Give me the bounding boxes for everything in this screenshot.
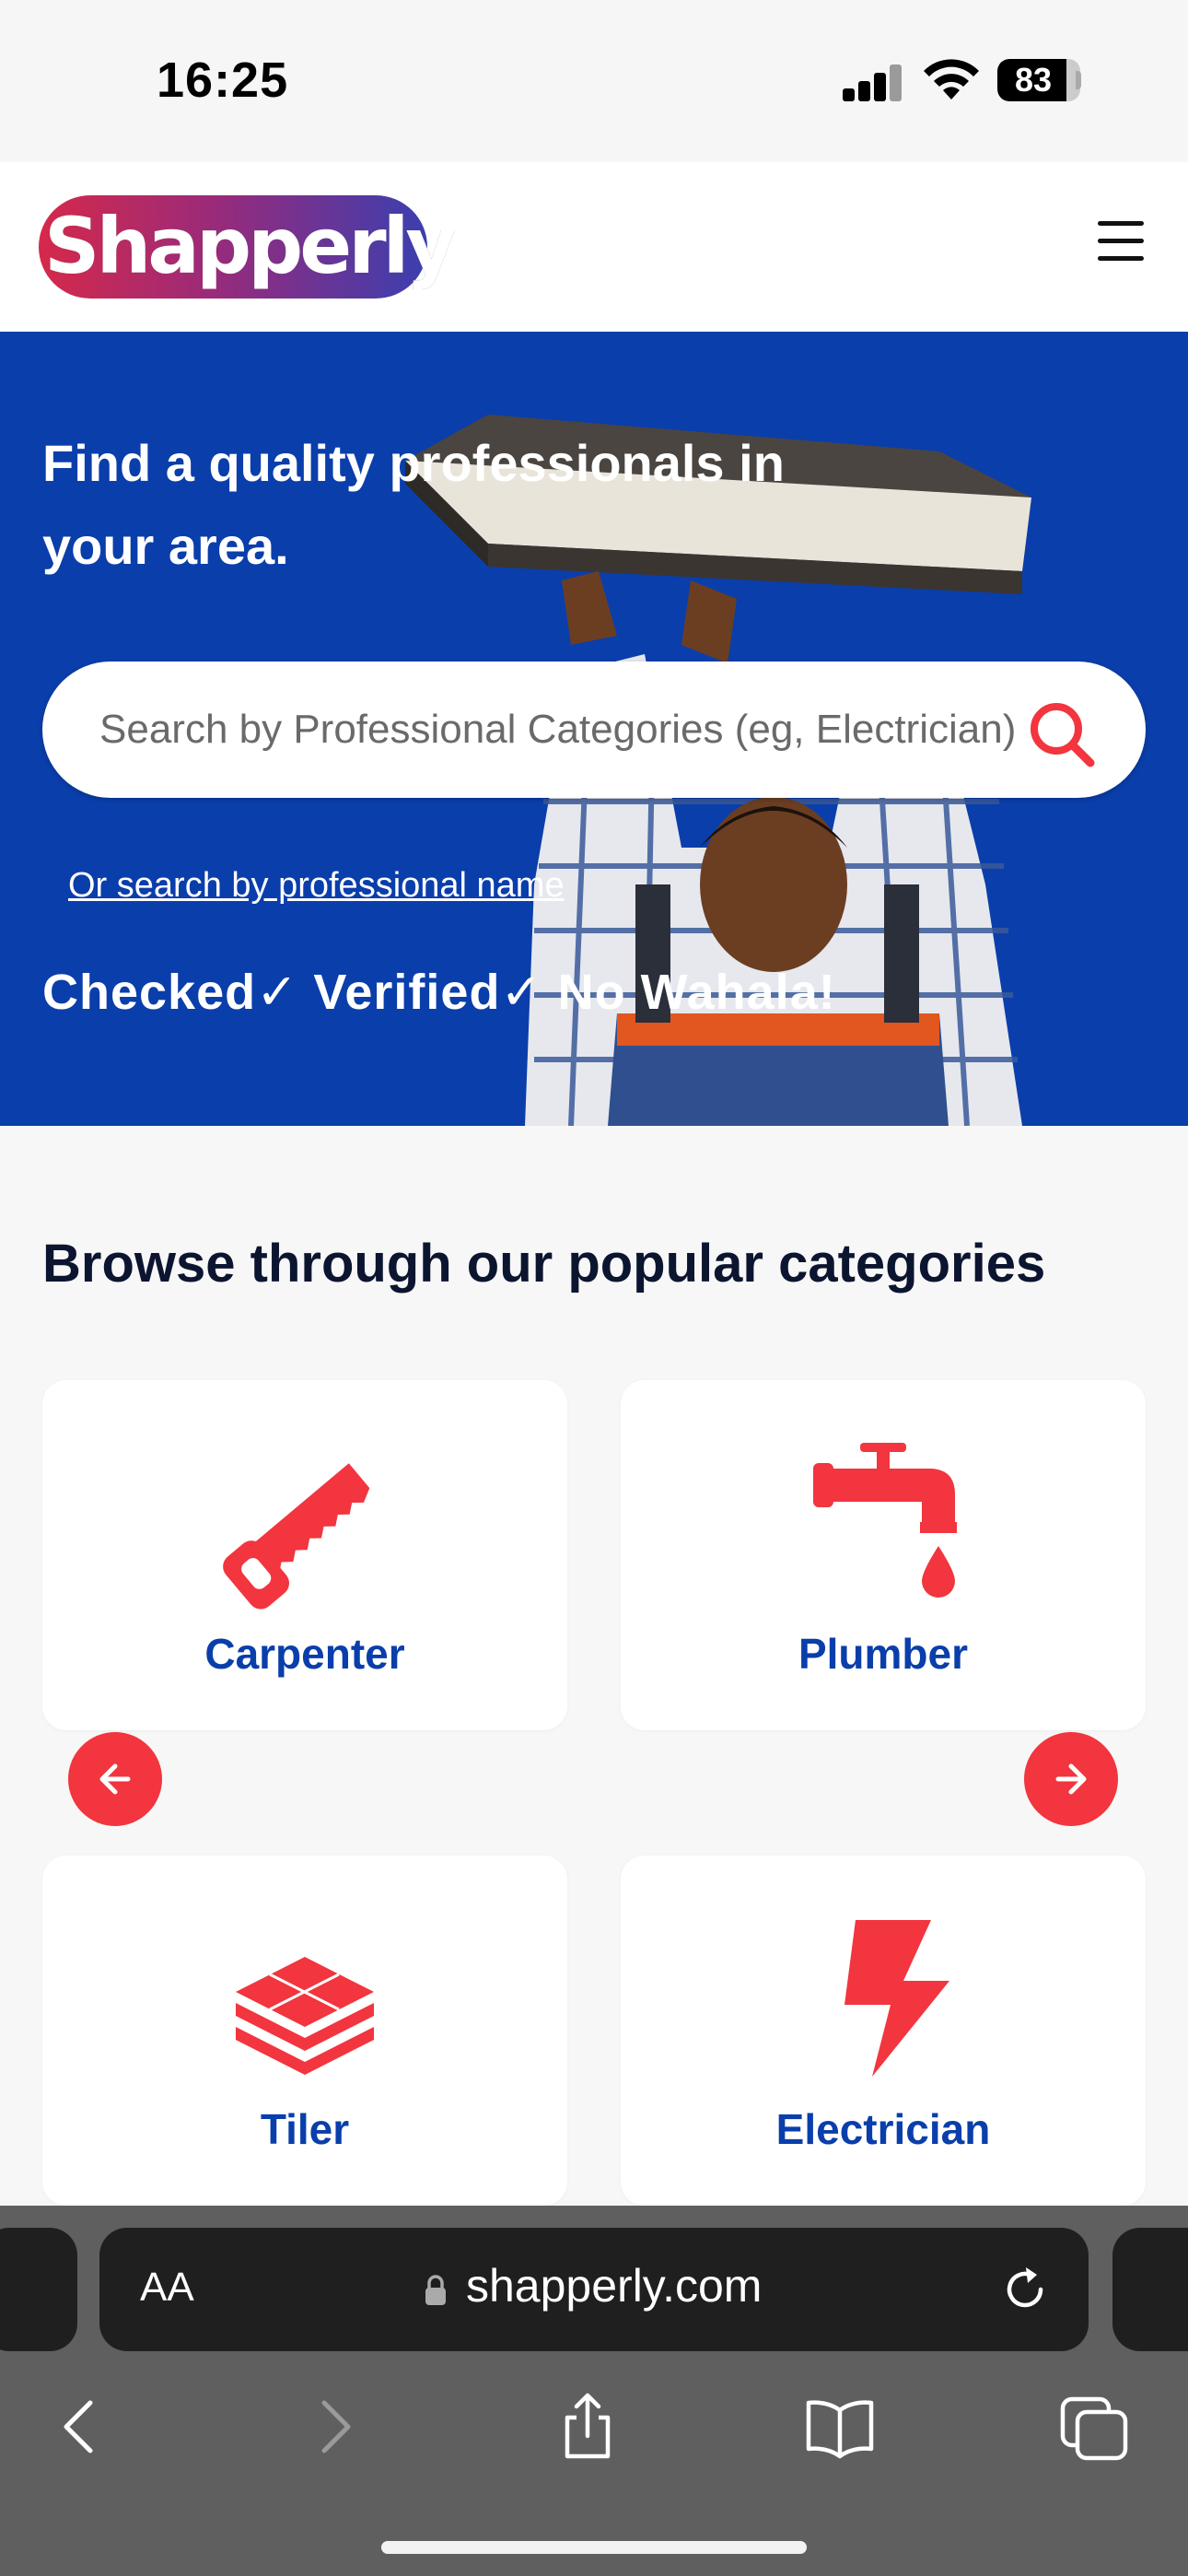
category-label: Electrician — [775, 2105, 991, 2153]
battery-tip — [1076, 71, 1081, 89]
category-label: Plumber — [798, 1630, 969, 1678]
categories-heading: Browse through our popular categories — [42, 1234, 1046, 1294]
hero-tagline: Checked✓ Verified✓ No Wahala! — [42, 965, 836, 1020]
lightning-icon — [844, 1920, 949, 2077]
forward-icon[interactable] — [298, 2390, 372, 2464]
url-text: shapperly.com — [466, 2260, 763, 2312]
arrow-left-icon — [99, 1763, 131, 1795]
faucet-icon — [813, 1443, 957, 1598]
category-card-plumber[interactable]: Plumber — [621, 1380, 1146, 1730]
reload-icon[interactable] — [998, 2263, 1052, 2316]
next-tab-preview[interactable] — [1112, 2228, 1188, 2351]
battery-level: 83 — [1014, 61, 1053, 99]
category-label: Carpenter — [204, 1630, 405, 1678]
arrow-right-icon — [1055, 1763, 1087, 1795]
carousel-next-button[interactable] — [1024, 1732, 1118, 1826]
search-by-name-link[interactable]: Or search by professional name — [68, 866, 565, 906]
address-bar[interactable]: AA shapperly.com — [99, 2228, 1089, 2351]
tiles-icon — [236, 1957, 374, 2075]
category-card-tiler[interactable]: Tiler — [42, 1856, 567, 2206]
lock-icon — [425, 2275, 446, 2305]
saw-icon — [223, 1463, 370, 1610]
category-card-carpenter[interactable]: Carpenter — [42, 1380, 567, 1730]
wifi-icon — [924, 59, 979, 100]
battery-icon: 83 — [997, 59, 1080, 101]
status-time: 16:25 — [157, 53, 289, 108]
hamburger-icon[interactable] — [1098, 221, 1144, 267]
category-card-electrician[interactable]: Electrician — [621, 1856, 1146, 2206]
browser-toolbar: AA shapperly.com — [0, 2206, 1188, 2576]
home-indicator — [381, 2541, 807, 2554]
category-label: Tiler — [260, 2105, 350, 2153]
search-bar — [42, 662, 1146, 798]
text-size-button[interactable]: AA — [140, 2265, 194, 2311]
search-icon[interactable] — [1026, 698, 1096, 768]
site-header: Shapperly — [0, 162, 1188, 332]
hero-section: Find a quality professionals in your are… — [0, 332, 1188, 1126]
status-bar: 16:25 83 — [0, 0, 1188, 162]
hero-title: Find a quality professionals in your are… — [42, 434, 785, 575]
share-icon[interactable] — [551, 2390, 624, 2464]
logo-text: Shapperly — [44, 201, 456, 291]
back-icon[interactable] — [42, 2390, 116, 2464]
bookmarks-icon[interactable] — [803, 2390, 877, 2464]
tabs-icon[interactable] — [1057, 2390, 1131, 2464]
search-input[interactable] — [99, 662, 1020, 798]
cellular-signal-icon — [843, 64, 903, 101]
previous-tab-preview[interactable] — [0, 2228, 77, 2351]
shapperly-logo[interactable]: Shapperly — [39, 190, 456, 300]
carousel-prev-button[interactable] — [68, 1732, 162, 1826]
